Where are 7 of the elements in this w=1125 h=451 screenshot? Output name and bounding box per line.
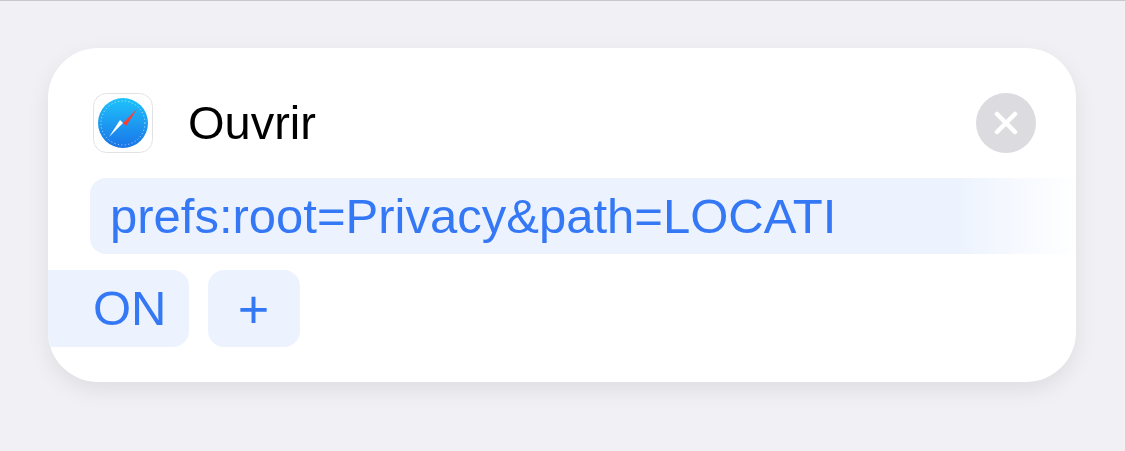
add-button[interactable]: + <box>207 270 300 347</box>
close-button[interactable] <box>976 93 1036 153</box>
compass-icon <box>93 93 153 153</box>
url-token[interactable]: prefs:root=Privacy&path=LOCATI <box>90 178 1076 254</box>
url-token[interactable]: ON <box>48 270 189 347</box>
close-icon <box>993 110 1019 136</box>
action-title: Ouvrir <box>188 95 317 151</box>
